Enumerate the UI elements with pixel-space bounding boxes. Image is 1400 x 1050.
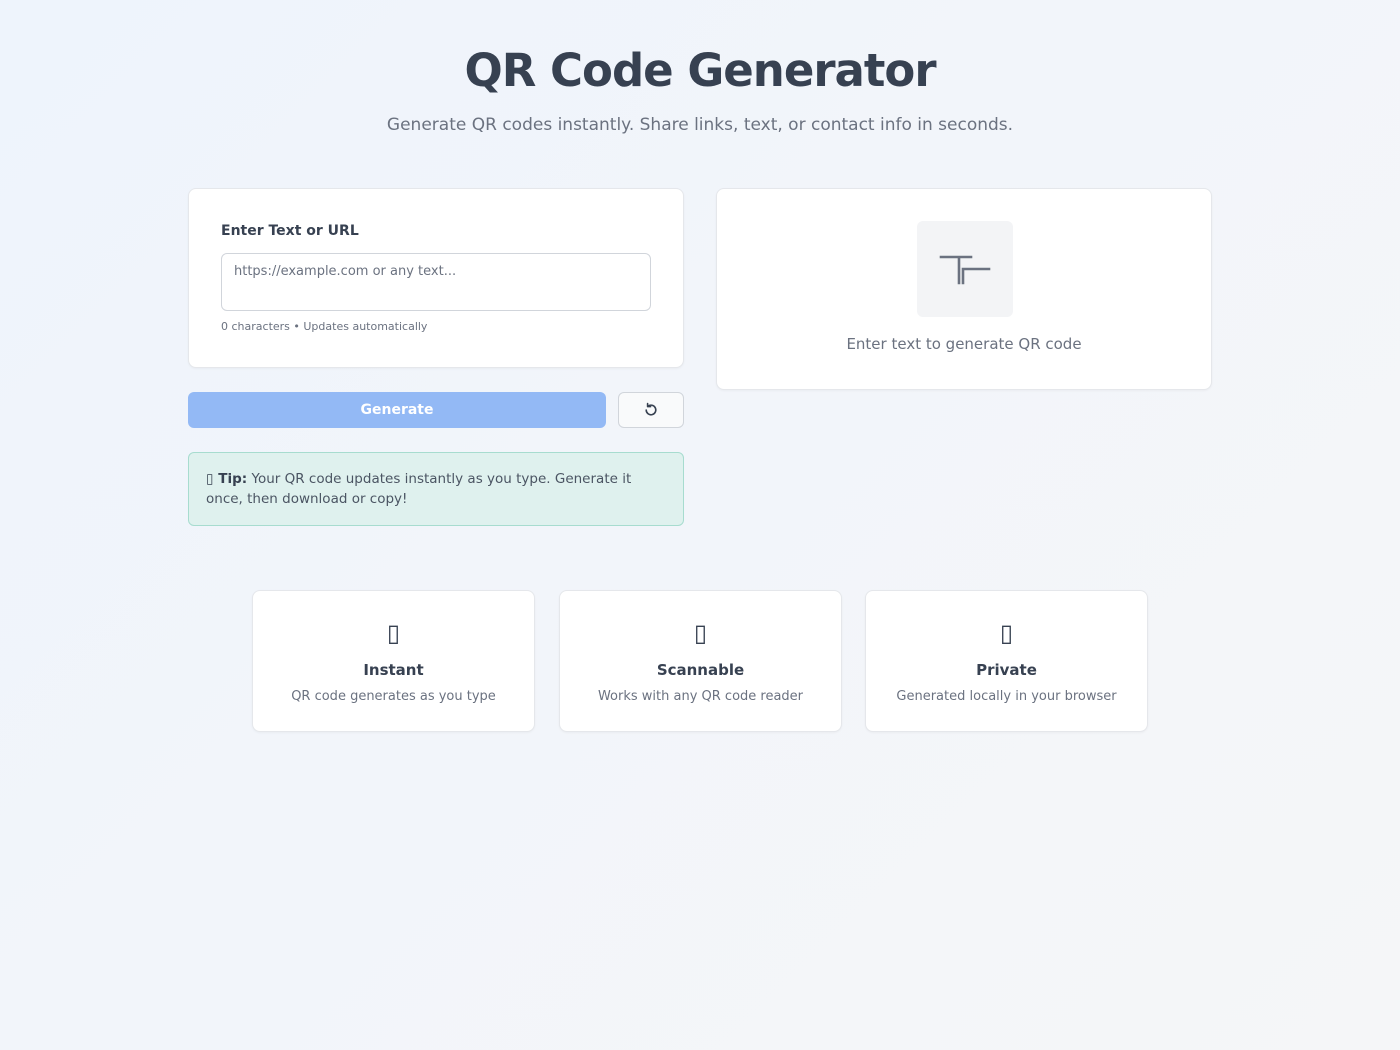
feature-title: Scannable xyxy=(656,661,745,679)
input-card: Enter Text or URL 0 characters • Updates… xyxy=(188,188,684,368)
feature-description: QR code generates as you type xyxy=(291,689,496,704)
lightning-icon: ▯ xyxy=(386,619,401,647)
qr-preview-card: Enter text to generate QR code xyxy=(716,188,1212,390)
feature-description: Works with any QR code reader xyxy=(597,689,804,704)
text-cursor-icon xyxy=(939,255,991,285)
refresh-icon xyxy=(645,402,657,416)
tip-label: Tip: xyxy=(218,471,248,487)
reset-button[interactable] xyxy=(618,392,684,428)
feature-title: Private xyxy=(976,661,1037,679)
feature-card-private: ▯ Private Generated locally in your brow… xyxy=(865,590,1148,732)
lightbulb-icon: ▯ xyxy=(206,471,214,487)
qr-preview-message: Enter text to generate QR code xyxy=(846,335,1082,353)
page-subtitle: Generate QR codes instantly. Share links… xyxy=(386,115,1014,135)
feature-card-scannable: ▯ Scannable Works with any QR code reade… xyxy=(559,590,842,732)
phone-icon: ▯ xyxy=(693,619,708,647)
lock-icon: ▯ xyxy=(999,619,1014,647)
character-count-hint: 0 characters • Updates automatically xyxy=(221,320,428,333)
generate-button[interactable]: Generate xyxy=(188,392,606,428)
tip-box: ▯ Tip: Your QR code updates instantly as… xyxy=(188,452,684,526)
text-input[interactable] xyxy=(221,253,651,311)
qr-placeholder xyxy=(917,221,1013,317)
feature-title: Instant xyxy=(363,661,424,679)
tip-text: Your QR code updates instantly as you ty… xyxy=(206,471,632,507)
page-title: QR Code Generator xyxy=(464,44,936,97)
input-label: Enter Text or URL xyxy=(221,223,359,239)
feature-card-instant: ▯ Instant QR code generates as you type xyxy=(252,590,535,732)
feature-description: Generated locally in your browser xyxy=(896,689,1117,704)
